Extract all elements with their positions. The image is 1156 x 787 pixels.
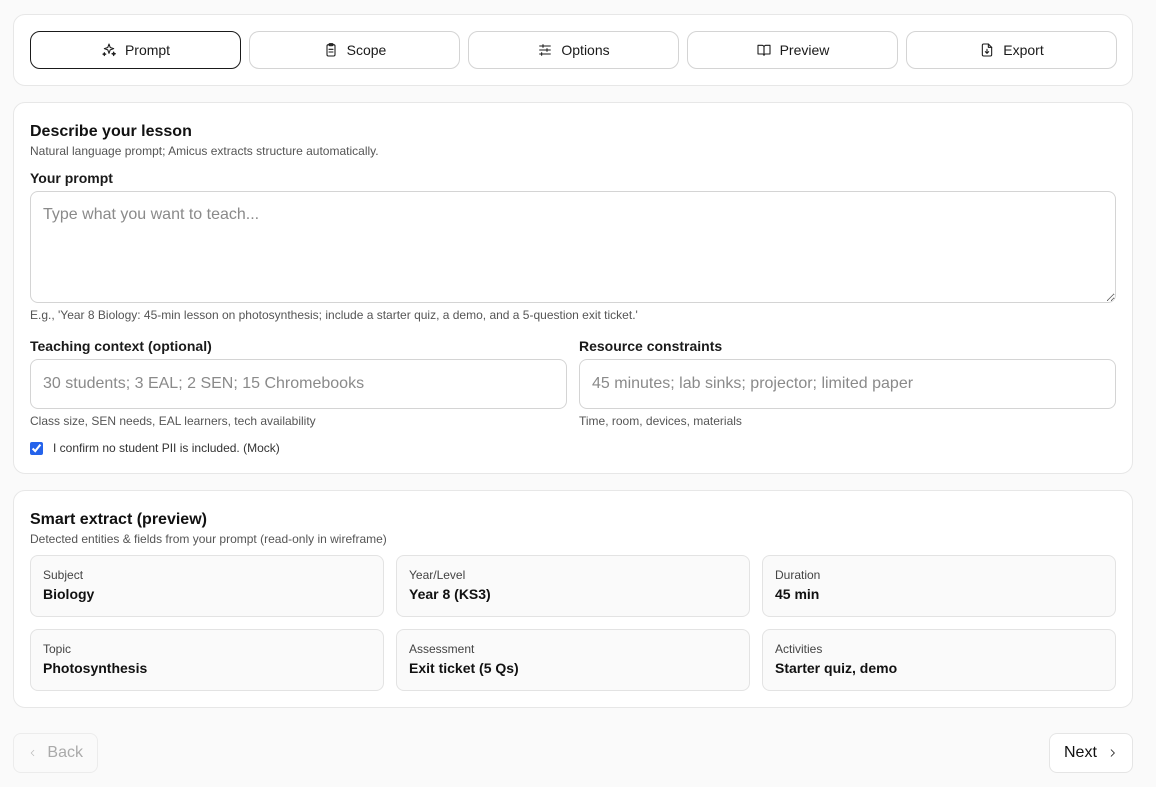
tab-prompt-label: Prompt (124, 42, 171, 58)
describe-title: Describe your lesson (30, 123, 192, 140)
describe-subtitle: Natural language prompt; Amicus extracts… (30, 144, 379, 158)
field-label: Topic (43, 642, 72, 656)
tab-export-label: Export (1003, 42, 1044, 58)
next-button-label: Next (1064, 744, 1097, 761)
pii-confirm-label: I confirm no student PII is included. (M… (53, 441, 280, 455)
field-label: Activities (775, 642, 823, 656)
tab-preview[interactable]: Preview (687, 31, 898, 69)
constraints-label: Resource constraints (579, 338, 723, 354)
extract-field-assessment: Assessment Exit ticket (5 Qs) (396, 629, 750, 691)
extract-title: Smart extract (preview) (30, 511, 207, 528)
chevron-left-icon (30, 749, 35, 757)
constraints-input[interactable] (579, 359, 1116, 409)
clipboard-icon (326, 43, 336, 57)
field-label: Assessment (409, 642, 475, 656)
extract-field-activities: Activities Starter quiz, demo (762, 629, 1116, 691)
step-tabs: Prompt Scope Options Preview Export (13, 14, 1133, 86)
context-hint: Class size, SEN needs, EAL learners, tec… (30, 414, 316, 428)
field-value: Biology (43, 586, 95, 602)
sliders-icon (539, 44, 552, 56)
pii-confirm-checkbox[interactable] (30, 441, 43, 455)
next-button[interactable]: Next (1049, 733, 1133, 773)
prompt-input[interactable] (30, 191, 1116, 303)
tab-export[interactable]: Export (906, 31, 1117, 69)
extract-field-subject: Subject Biology (30, 555, 384, 617)
tab-scope-label: Scope (346, 42, 387, 58)
constraints-hint: Time, room, devices, materials (579, 414, 742, 428)
prompt-hint: E.g., 'Year 8 Biology: 45-min lesson on … (30, 308, 638, 322)
back-button-label: Back (47, 744, 83, 761)
extract-field-year-level: Year/Level Year 8 (KS3) (396, 555, 750, 617)
extract-field-duration: Duration 45 min (762, 555, 1116, 617)
field-value: 45 min (775, 586, 820, 602)
field-value: Year 8 (KS3) (409, 586, 491, 602)
smart-extract-card: Smart extract (preview) Detected entitie… (13, 490, 1133, 708)
extract-subtitle: Detected entities & fields from your pro… (30, 532, 387, 546)
tab-preview-label: Preview (779, 42, 830, 58)
field-label: Subject (43, 568, 84, 582)
field-value: Photosynthesis (43, 660, 148, 676)
context-label: Teaching context (optional) (30, 338, 212, 354)
tab-options[interactable]: Options (468, 31, 679, 69)
tab-prompt[interactable]: Prompt (30, 31, 241, 69)
extract-field-topic: Topic Photosynthesis (30, 629, 384, 691)
prompt-label: Your prompt (30, 170, 113, 186)
book-open-icon (757, 44, 771, 56)
pii-confirm-row: I confirm no student PII is included. (M… (30, 441, 280, 455)
describe-lesson-card: Describe your lesson Natural language pr… (13, 102, 1133, 474)
context-input[interactable] (30, 359, 567, 409)
field-label: Duration (775, 568, 821, 582)
tab-scope[interactable]: Scope (249, 31, 460, 69)
file-download-icon (982, 43, 993, 57)
back-button[interactable]: Back (13, 733, 98, 773)
field-value: Starter quiz, demo (775, 660, 898, 676)
tab-options-label: Options (561, 42, 610, 58)
chevron-right-icon (1110, 749, 1115, 757)
field-value: Exit ticket (5 Qs) (409, 660, 519, 676)
field-label: Year/Level (409, 568, 466, 582)
sparkles-icon (102, 43, 116, 57)
